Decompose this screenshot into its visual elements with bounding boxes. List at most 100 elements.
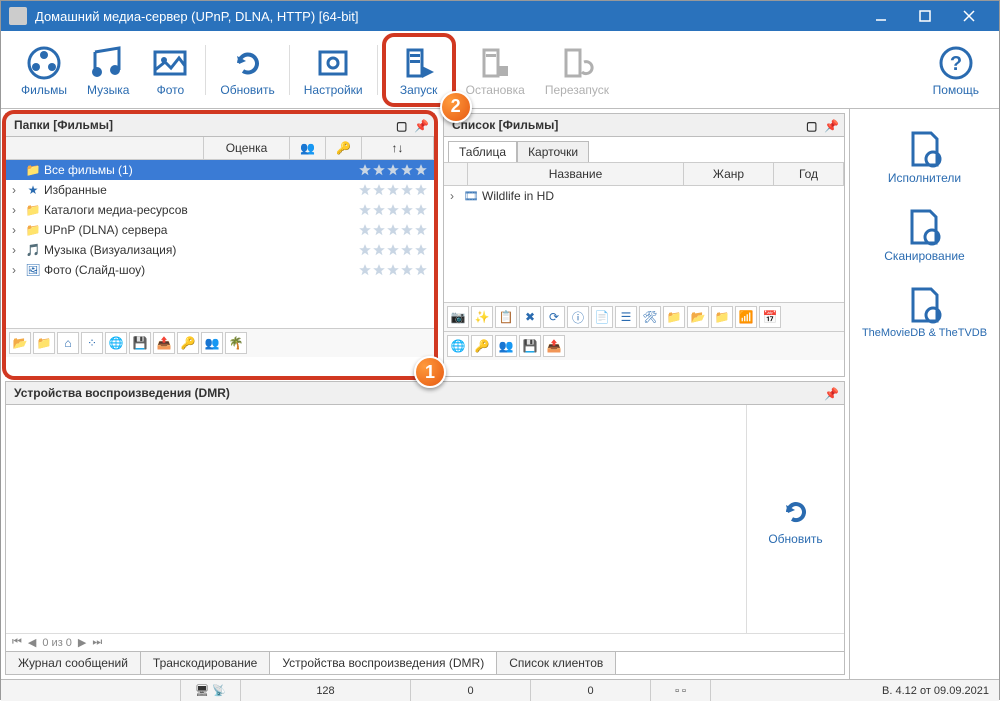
key-button[interactable]: 🔑 [177, 332, 199, 354]
folder-row[interactable]: ›🎵Музыка (Визуализация) [6, 240, 434, 260]
document-gear-icon [903, 127, 947, 171]
folder-row[interactable]: 📁Все фильмы (1) [6, 160, 434, 180]
refresh-icon [228, 43, 268, 83]
window-title: Домашний медиа-сервер (UPnP, DLNA, HTTP)… [35, 9, 859, 24]
rating-stars[interactable] [358, 223, 428, 237]
svg-text:?: ? [950, 53, 962, 75]
restart-button[interactable]: Перезапуск [535, 39, 619, 101]
tab-table[interactable]: Таблица [448, 141, 517, 162]
photo-icon: 🖼 [24, 263, 42, 277]
film-item-icon: 🎞 [462, 189, 480, 203]
list-title: Список [Фильмы] [452, 118, 558, 132]
music-icon [88, 43, 128, 83]
scan-button[interactable]: Сканирование [884, 205, 964, 263]
version-label: В. 4.12 от 09.09.2021 [711, 680, 999, 701]
refresh-button[interactable]: Обновить [210, 39, 284, 101]
star-icon: ★ [24, 183, 42, 197]
tab-cards[interactable]: Карточки [517, 141, 589, 162]
refresh-icon [776, 492, 816, 532]
stop-icon [475, 43, 515, 83]
folders-panel: 1 Папки [Фильмы] ▢ 📌 Оценка 👥 🔑 ↑↓ 📁Все … [5, 113, 435, 377]
folder-icon: 📁 [24, 163, 42, 177]
bottom-tabs: Журнал сообщений Транскодирование Устрой… [6, 651, 844, 674]
artists-button[interactable]: Исполнители [888, 127, 961, 185]
film-icon [24, 43, 64, 83]
dmr-panel: Устройства воспроизведения (DMR) 📌 Обнов… [5, 381, 845, 675]
maximize-button[interactable] [903, 1, 947, 31]
users-button[interactable]: 👥 [201, 332, 223, 354]
tab-dmr[interactable]: Устройства воспроизведения (DMR) [270, 652, 497, 674]
document-gear-icon [902, 205, 946, 249]
list-toolbar-1: 📷✨📋 ✖⟳ⓘ 📄☰🛠 📁📂📁 📶📅 [444, 302, 844, 331]
rating-stars[interactable] [358, 163, 428, 177]
rating-stars[interactable] [358, 183, 428, 197]
minimize-button[interactable] [859, 1, 903, 31]
settings-icon [313, 43, 353, 83]
folder-row[interactable]: ›★Избранные [6, 180, 434, 200]
key-icon[interactable]: 🔑 [326, 137, 362, 159]
tab-log[interactable]: Журнал сообщений [6, 652, 141, 674]
rating-stars[interactable] [358, 243, 428, 257]
dmr-nav: ⏮◀ 0 из 0 ▶⏭ [6, 633, 844, 651]
tab-transcode[interactable]: Транскодирование [141, 652, 270, 674]
list-panel: Список [Фильмы] ▢ 📌 Таблица Карточки Наз… [443, 113, 845, 377]
close-button[interactable] [947, 1, 991, 31]
photo-icon [150, 43, 190, 83]
folders-grid-header: Оценка 👥 🔑 ↑↓ [6, 137, 434, 160]
save-button[interactable]: 💾 [129, 332, 151, 354]
pin-icon[interactable]: 📌 [824, 387, 836, 399]
rating-stars[interactable] [358, 203, 428, 217]
folder-button[interactable]: 📁 [33, 332, 55, 354]
stop-button[interactable]: Остановка [456, 39, 535, 101]
list-row: › 🎞 Wildlife in HD [444, 186, 844, 206]
folder-icon: 📁 [24, 223, 42, 237]
dmr-title: Устройства воспроизведения (DMR) [14, 386, 230, 400]
dmr-refresh-button[interactable]: Обновить [768, 492, 822, 546]
main-toolbar: Фильмы Музыка Фото Обновить Настройки За… [1, 31, 999, 109]
scatter-button[interactable]: ⁘ [81, 332, 103, 354]
dmr-list[interactable] [6, 405, 746, 633]
tab-clients[interactable]: Список клиентов [497, 652, 616, 674]
restart-icon [557, 43, 597, 83]
music-icon: 🎵 [24, 243, 42, 257]
help-button[interactable]: ? Помощь [923, 39, 989, 101]
folders-title: Папки [Фильмы] [14, 118, 113, 132]
tmdb-button[interactable]: TheMovieDB & TheTVDB [862, 283, 987, 339]
maximize-panel-icon[interactable]: ▢ [806, 119, 818, 131]
maximize-panel-icon[interactable]: ▢ [396, 119, 408, 131]
folder-row[interactable]: ›🖼Фото (Слайд-шоу) [6, 260, 434, 280]
folder-row[interactable]: ›📁UPnP (DLNA) сервера [6, 220, 434, 240]
folder-list[interactable]: 📁Все фильмы (1)›★Избранные›📁Каталоги мед… [6, 160, 434, 328]
col-name[interactable]: Название [468, 163, 684, 185]
col-genre[interactable]: Жанр [684, 163, 774, 185]
help-icon: ? [936, 43, 976, 83]
list-rows[interactable]: › 🎞 Wildlife in HD [444, 186, 844, 302]
status-bar: 🖥 📡 128 0 0 ▫ ▫ В. 4.12 от 09.09.2021 [1, 679, 999, 701]
pin-icon[interactable]: 📌 [824, 119, 836, 131]
home-button[interactable]: ⌂ [57, 332, 79, 354]
title-bar: Домашний медиа-сервер (UPnP, DLNA, HTTP)… [1, 1, 999, 31]
globe-button[interactable]: 🌐 [105, 332, 127, 354]
users-icon[interactable]: 👥 [290, 137, 326, 159]
open-folder-button[interactable]: 📂 [9, 332, 31, 354]
export-button[interactable]: 📤 [153, 332, 175, 354]
music-button[interactable]: Музыка [77, 39, 139, 101]
pin-icon[interactable]: 📌 [414, 119, 426, 131]
annotation-badge-1: 1 [414, 356, 446, 388]
start-button[interactable]: Запуск [388, 39, 450, 101]
palm-button[interactable]: 🌴 [225, 332, 247, 354]
start-icon [399, 43, 439, 83]
folder-icon: 📁 [24, 203, 42, 217]
films-button[interactable]: Фильмы [11, 39, 77, 101]
sort-icon[interactable]: ↑↓ [362, 137, 434, 159]
status-icons[interactable]: 🖥 📡 [181, 680, 241, 701]
folder-row[interactable]: ›📁Каталоги медиа-ресурсов [6, 200, 434, 220]
document-gear-icon [903, 283, 947, 327]
settings-button[interactable]: Настройки [294, 39, 373, 101]
app-icon [9, 7, 27, 25]
list-toolbar-2: 🌐🔑👥 💾📤 [444, 331, 844, 360]
rating-stars[interactable] [358, 263, 428, 277]
col-year[interactable]: Год [774, 163, 844, 185]
right-sidebar: Исполнители Сканирование TheMovieDB & Th… [849, 109, 999, 679]
photo-button[interactable]: Фото [139, 39, 201, 101]
